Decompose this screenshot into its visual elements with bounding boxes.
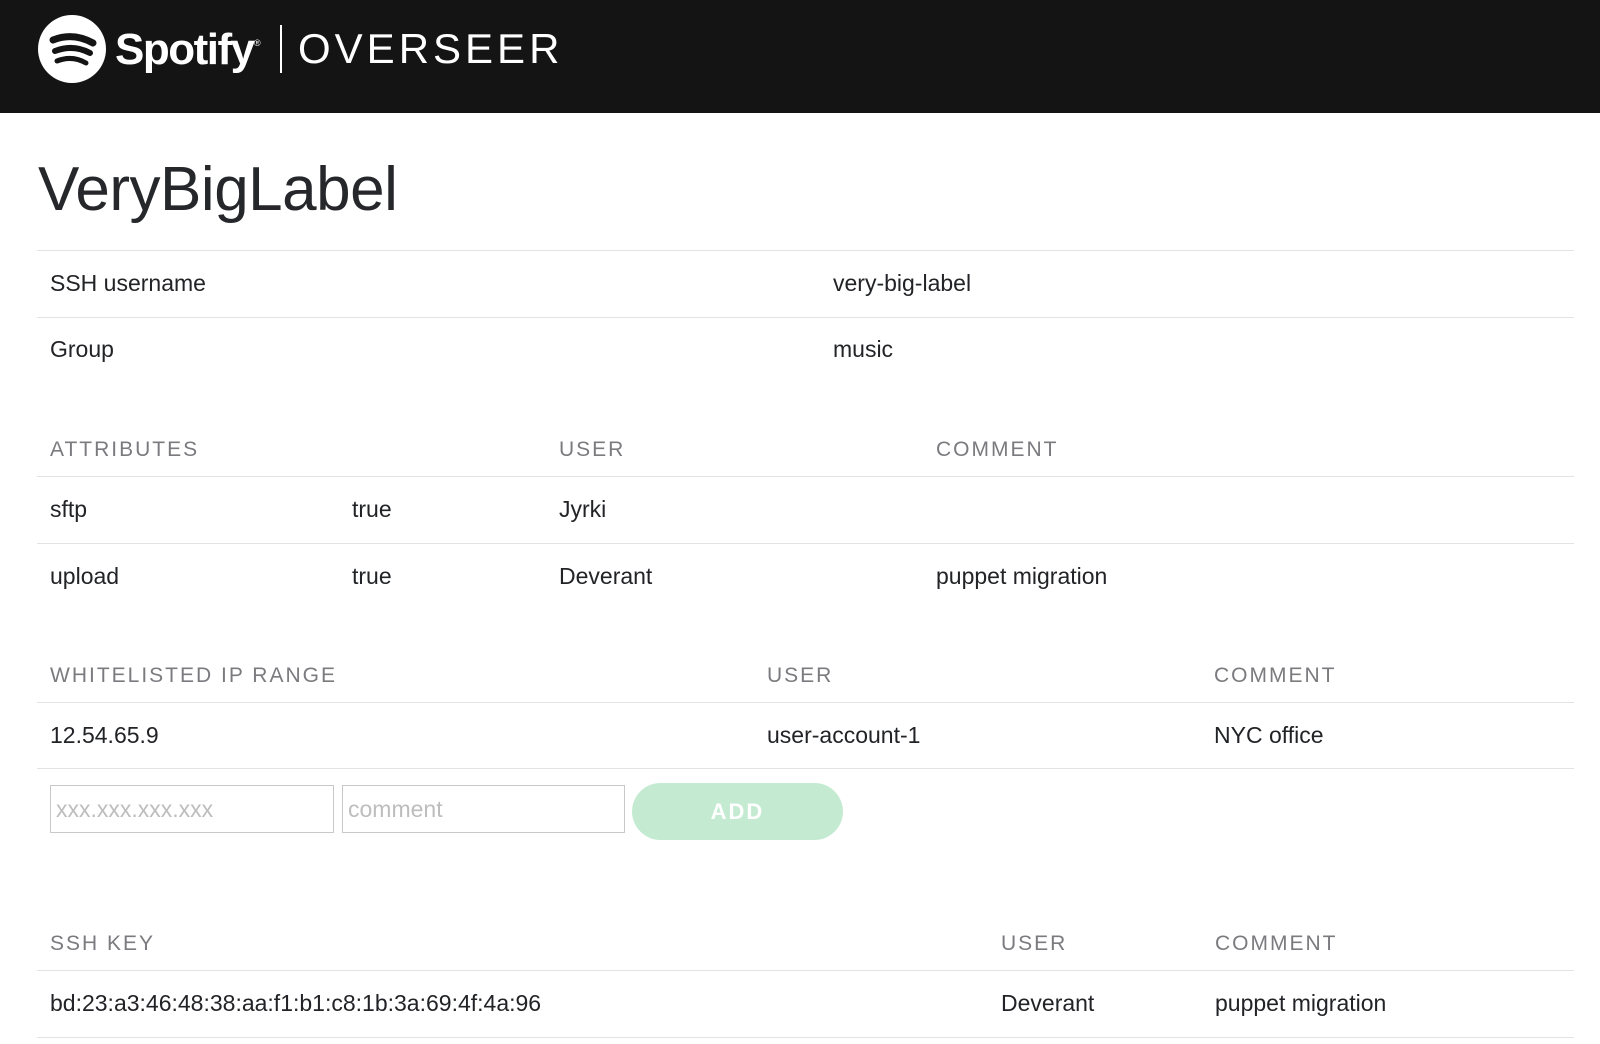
ssh-key-fingerprint: bd:23:a3:46:48:38:aa:f1:b1:c8:1b:3a:69:4… xyxy=(50,990,542,1016)
spotify-logo-waves xyxy=(49,33,97,66)
whitelist-ip: 12.54.65.9 xyxy=(50,722,159,748)
info-top-divider xyxy=(37,250,1574,251)
whitelist-row-divider xyxy=(37,768,1574,769)
page-title: VeryBigLabel xyxy=(38,155,398,224)
brand-wordmark[interactable]: Spotify xyxy=(115,22,255,78)
attribute-user: Jyrki xyxy=(559,496,607,522)
info-value-group: music xyxy=(833,336,894,362)
attribute-name: upload xyxy=(50,563,120,589)
ssh-key-header-divider xyxy=(37,970,1574,971)
whitelist-range-header: WHITELISTED IP RANGE xyxy=(50,664,337,687)
ssh-key-row-divider xyxy=(37,1037,1574,1038)
attributes-header-divider xyxy=(37,476,1574,477)
spotify-logo-icon[interactable] xyxy=(38,15,106,83)
info-row-divider xyxy=(37,317,1574,318)
whitelist-comment: NYC office xyxy=(1214,722,1324,748)
whitelist-comment-header: COMMENT xyxy=(1214,664,1337,687)
ssh-key-header: SSH KEY xyxy=(50,932,156,955)
attributes-comment-header: COMMENT xyxy=(936,438,1059,461)
ssh-key-comment-header: COMMENT xyxy=(1215,932,1338,955)
attributes-header: ATTRIBUTES xyxy=(50,438,200,461)
attributes-user-header: USER xyxy=(559,438,626,461)
attribute-name: sftp xyxy=(50,496,88,522)
ip-range-input[interactable] xyxy=(50,785,334,833)
attribute-value: true xyxy=(352,496,392,522)
whitelist-user-header: USER xyxy=(767,664,834,687)
ssh-key-user: Deverant xyxy=(1001,990,1095,1016)
app-name[interactable]: OVERSEER xyxy=(298,24,563,74)
registered-mark: ® xyxy=(254,38,261,48)
ssh-key-user-header: USER xyxy=(1001,932,1068,955)
whitelist-user: user-account-1 xyxy=(767,722,921,748)
whitelist-header-divider xyxy=(37,702,1574,703)
brand-divider xyxy=(280,25,282,73)
attribute-value: true xyxy=(352,563,392,589)
comment-input[interactable] xyxy=(342,785,625,833)
attributes-row-divider xyxy=(37,543,1574,544)
top-bar: Spotify ® OVERSEER xyxy=(0,0,1600,113)
attribute-user: Deverant xyxy=(559,563,653,589)
info-value-ssh-username: very-big-label xyxy=(833,270,972,296)
add-button[interactable]: ADD xyxy=(632,783,843,840)
attribute-comment: puppet migration xyxy=(936,563,1108,589)
ssh-key-comment: puppet migration xyxy=(1215,990,1387,1016)
info-label-group: Group xyxy=(50,336,114,362)
info-label-ssh-username: SSH username xyxy=(50,270,206,296)
